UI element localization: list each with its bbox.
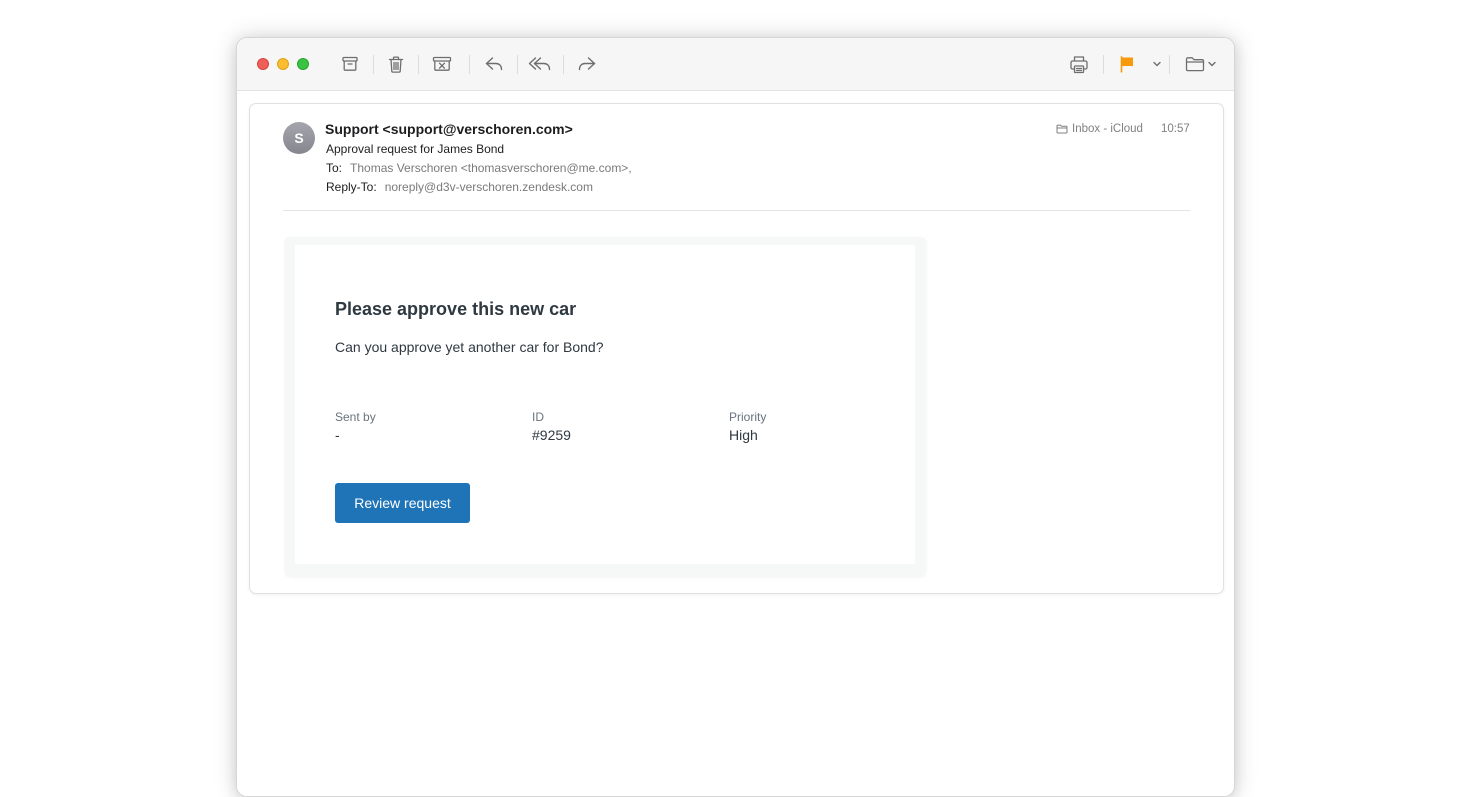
mailbox-name: Inbox - iCloud (1072, 123, 1143, 135)
chevron-down-icon (1153, 61, 1161, 67)
avatar-initial: S (294, 130, 304, 146)
delete-button[interactable] (383, 52, 409, 76)
priority-label: Priority (729, 410, 767, 424)
toolbar-separator (1103, 55, 1104, 74)
reply-to-label: Reply-To: (326, 180, 377, 194)
close-window-button[interactable] (257, 58, 269, 70)
email-text: Can you approve yet another car for Bond… (335, 339, 604, 355)
mail-window: S Support <support@verschoren.com> Appro… (236, 37, 1235, 797)
email-body: Please approve this new car Can you appr… (295, 245, 915, 564)
id-label: ID (532, 410, 544, 424)
id-value: #9259 (532, 427, 571, 443)
forward-button[interactable] (574, 52, 600, 76)
junk-button[interactable] (429, 52, 455, 76)
subject: Approval request for James Bond (326, 142, 505, 156)
toolbar-separator (517, 55, 518, 74)
move-button[interactable] (1181, 52, 1221, 76)
folder-icon (1056, 124, 1068, 134)
toolbar-separator (469, 55, 470, 74)
reply-to-address[interactable]: noreply@d3v-verschoren.zendesk.com (385, 180, 593, 194)
toolbar-separator (1169, 55, 1170, 74)
sent-by-value: - (335, 427, 340, 443)
review-request-button[interactable]: Review request (335, 483, 470, 523)
mailbox-indicator: Inbox - iCloud (1056, 123, 1143, 135)
reply-button[interactable] (481, 52, 507, 76)
archive-icon (342, 56, 358, 71)
minimize-window-button[interactable] (277, 58, 289, 70)
avatar: S (283, 122, 315, 154)
reply-to-line: Reply-To: noreply@d3v-verschoren.zendesk.… (326, 180, 593, 194)
archive-button[interactable] (337, 52, 363, 76)
chevron-down-icon (1208, 61, 1216, 67)
flag-icon (1120, 56, 1133, 73)
flag-menu-button[interactable] (1146, 52, 1168, 76)
email-body-container: Please approve this new car Can you appr… (285, 237, 926, 576)
toolbar-separator (373, 55, 374, 74)
sent-by-label: Sent by (335, 410, 376, 424)
recipient-line: To: Thomas Verschoren <thomasverschoren@m… (326, 161, 632, 175)
trash-icon (388, 55, 404, 73)
junk-icon (432, 56, 452, 71)
flag-button[interactable] (1114, 52, 1140, 76)
to-label: To: (326, 161, 343, 175)
reply-all-button[interactable] (527, 52, 553, 76)
forward-icon (578, 57, 596, 71)
message-card: S Support <support@verschoren.com> Appro… (249, 103, 1224, 594)
print-button[interactable] (1066, 52, 1092, 76)
header-divider (283, 210, 1190, 211)
toolbar-separator (418, 55, 419, 74)
reply-all-icon (528, 57, 551, 71)
zoom-window-button[interactable] (297, 58, 309, 70)
sender[interactable]: Support <support@verschoren.com> (325, 121, 573, 137)
priority-value: High (729, 427, 758, 443)
toolbar-separator (563, 55, 564, 74)
message-viewer: S Support <support@verschoren.com> Appro… (237, 91, 1234, 796)
reply-icon (485, 57, 503, 71)
folder-icon (1185, 57, 1205, 72)
toolbar (237, 38, 1234, 91)
email-title: Please approve this new car (335, 299, 577, 319)
message-time: 10:57 (1161, 123, 1190, 135)
printer-icon (1070, 55, 1088, 73)
to-address[interactable]: Thomas Verschoren <thomasverschoren@me.c… (350, 161, 632, 175)
